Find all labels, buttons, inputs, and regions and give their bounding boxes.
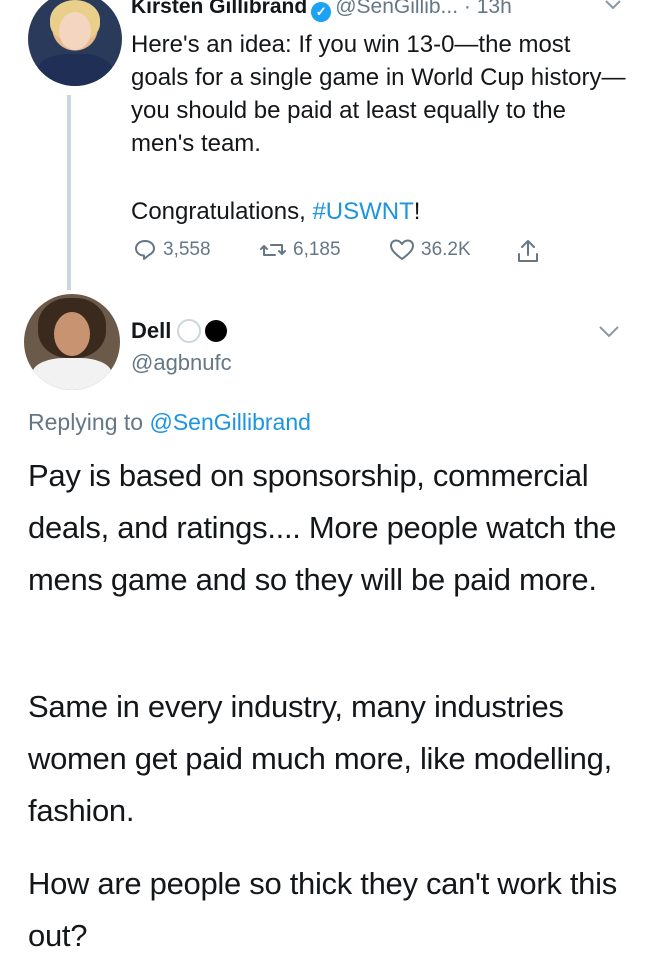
retweet-count: 6,185 xyxy=(293,239,341,260)
thread-line xyxy=(67,95,71,290)
replying-to-label: Replying to xyxy=(28,409,150,435)
reply-paragraph-1: Pay is based on sponsorship, commercial … xyxy=(28,458,617,597)
like-count: 36.2K xyxy=(421,239,471,260)
tweet2-author-name[interactable]: Dell xyxy=(131,317,171,345)
reply-count: 3,558 xyxy=(163,239,211,260)
tweet2-handle[interactable]: @agbnufc xyxy=(131,350,232,376)
black-circle-icon xyxy=(205,320,228,342)
tweet1-author-name[interactable]: Kirsten Gillibrand xyxy=(131,0,307,18)
hashtag-link[interactable]: #USWNT xyxy=(312,198,413,225)
replying-to-line: Replying to @SenGillibrand xyxy=(28,409,311,436)
reply-paragraph-3: How are people so thick they can't work … xyxy=(28,866,617,953)
congrats-text: Congratulations, xyxy=(131,198,313,225)
reply-paragraph-2: Same in every industry, many industries … xyxy=(28,689,612,828)
reply-action[interactable]: 3,558 xyxy=(133,238,211,262)
tweet1-header: Kirsten Gillibrand ✓ @SenGillib... · 13h xyxy=(131,0,512,22)
share-icon xyxy=(518,240,538,262)
white-circle-icon xyxy=(177,319,202,343)
congrats-suffix: ! xyxy=(413,198,421,225)
tweet2-more-chevron-icon[interactable] xyxy=(598,325,620,344)
reply-icon xyxy=(135,240,155,260)
replying-to-mention[interactable]: @SenGillibrand xyxy=(149,409,310,435)
kirsten-avatar[interactable] xyxy=(28,0,122,86)
tweet1-handle-time[interactable]: @SenGillib... · 13h xyxy=(335,0,512,18)
retweet-icon xyxy=(260,244,286,256)
verified-badge-icon: ✓ xyxy=(311,2,332,22)
tweet2-author-name-row: Dell xyxy=(131,317,228,345)
tweet1-more-chevron-icon[interactable] xyxy=(604,0,622,16)
share-action[interactable] xyxy=(516,238,546,264)
tweet1-text: Here's an idea: If you win 13-0—the most… xyxy=(131,31,626,157)
tweet1-congrats: Congratulations, #USWNT! xyxy=(131,195,420,228)
dell-avatar[interactable] xyxy=(24,294,120,390)
heart-icon xyxy=(390,239,414,260)
retweet-action[interactable]: 6,185 xyxy=(259,238,341,262)
like-action[interactable]: 36.2K xyxy=(389,238,471,262)
